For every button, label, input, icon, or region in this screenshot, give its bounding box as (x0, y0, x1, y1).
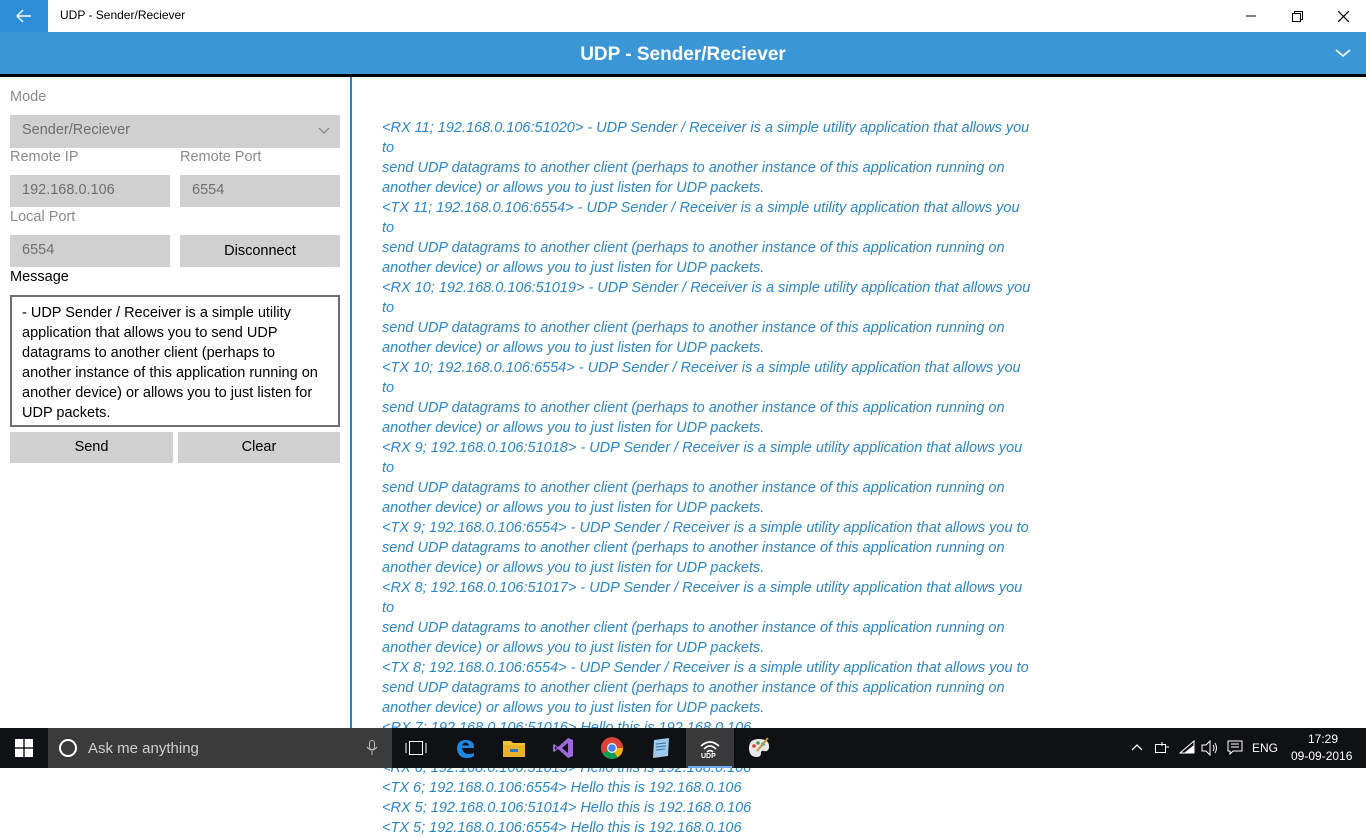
close-icon (1337, 10, 1349, 22)
language-indicator[interactable]: ENG (1252, 741, 1278, 755)
notepad-icon (653, 738, 669, 758)
log-line: send UDP datagrams to another client (pe… (382, 620, 1005, 636)
task-view-icon (405, 741, 427, 755)
window-title: UDP - Sender/Reciever (60, 8, 186, 22)
log-line: another device) or allows you to just li… (382, 500, 765, 516)
panel-divider (350, 77, 352, 728)
task-view-button[interactable] (392, 728, 440, 768)
log-line: send UDP datagrams to another client (pe… (382, 540, 1005, 556)
show-hidden-icons-chevron-icon[interactable] (1131, 743, 1143, 751)
chevron-down-icon (1335, 49, 1351, 58)
clock-date[interactable]: 09-09-2016 (1291, 749, 1352, 763)
log-line: <TX 11; 192.168.0.106:6554> - UDP Sender… (382, 200, 1020, 236)
remote-port-label: Remote Port (180, 149, 262, 165)
disconnect-button[interactable]: Disconnect (180, 235, 340, 267)
taskbar-chrome[interactable] (588, 728, 636, 768)
clock-time[interactable]: 17:29 (1308, 732, 1338, 746)
visual-studio-icon (553, 738, 573, 758)
edge-icon (457, 740, 474, 758)
log-line: send UDP datagrams to another client (pe… (382, 160, 1005, 176)
action-center-icon[interactable] (1227, 740, 1243, 755)
wifi-icon[interactable] (1179, 740, 1195, 754)
log-line: another device) or allows you to just li… (382, 700, 765, 716)
minimize-icon (1246, 15, 1256, 17)
settings-panel: Mode Sender/Reciever Remote IP Remote Po… (0, 77, 350, 728)
log-line: <RX 11; 192.168.0.106:51020> - UDP Sende… (382, 120, 1030, 156)
restore-button[interactable] (1274, 0, 1320, 32)
taskbar-paint[interactable] (735, 728, 783, 768)
chevron-down-icon (318, 127, 330, 134)
log-line: <TX 8; 192.168.0.106:6554> - UDP Sender … (382, 660, 1029, 676)
log-line: send UDP datagrams to another client (pe… (382, 320, 1005, 336)
log-line: another device) or allows you to just li… (382, 180, 765, 196)
app-header: UDP - Sender/Reciever (0, 32, 1366, 75)
mode-label: Mode (10, 89, 47, 105)
minimize-button[interactable] (1228, 0, 1274, 32)
log-line: send UDP datagrams to another client (pe… (382, 400, 1005, 416)
taskbar-edge[interactable] (441, 728, 489, 768)
log-line: <RX 10; 192.168.0.106:51019> - UDP Sende… (382, 280, 1031, 316)
log-line: <RX 5; 192.168.0.106:51014> Hello this i… (382, 800, 752, 816)
window-titlebar: UDP - Sender/Reciever (0, 0, 1366, 32)
microphone-icon[interactable] (366, 740, 378, 756)
folder-icon (503, 741, 525, 757)
search-box[interactable]: Ask me anything (48, 728, 392, 768)
close-button[interactable] (1320, 0, 1366, 32)
log-line: send UDP datagrams to another client (pe… (382, 480, 1005, 496)
remote-ip-label: Remote IP (10, 149, 79, 165)
remote-port-field[interactable]: 6554 (180, 175, 340, 207)
cortana-icon (59, 739, 77, 757)
log-line: <RX 9; 192.168.0.106:51018> - UDP Sender… (382, 440, 1023, 476)
mode-select[interactable]: Sender/Reciever (10, 115, 340, 148)
log-line: send UDP datagrams to another client (pe… (382, 240, 1005, 256)
back-button[interactable] (0, 0, 48, 32)
taskbar-udp-app[interactable]: UDP (686, 728, 734, 768)
local-port-field[interactable]: 6554 (10, 235, 170, 267)
log-line: <RX 8; 192.168.0.106:51017> - UDP Sender… (382, 580, 1023, 616)
message-label: Message (10, 269, 69, 285)
remote-ip-field[interactable]: 192.168.0.106 (10, 175, 170, 207)
log-line: <TX 6; 192.168.0.106:6554> Hello this is… (382, 780, 742, 796)
volume-icon[interactable] (1201, 740, 1219, 756)
taskbar-visual-studio[interactable] (539, 728, 587, 768)
mode-select-value: Sender/Reciever (22, 122, 130, 138)
log-line: <TX 9; 192.168.0.106:6554> - UDP Sender … (382, 520, 1029, 536)
page-title: UDP - Sender/Reciever (580, 44, 786, 65)
log-line: another device) or allows you to just li… (382, 640, 765, 656)
local-port-label: Local Port (10, 209, 76, 225)
search-placeholder: Ask me anything (88, 740, 199, 757)
header-expand-button[interactable] (1332, 44, 1354, 62)
chrome-icon (601, 737, 623, 759)
battery-power-icon[interactable] (1154, 741, 1170, 755)
taskbar-file-explorer[interactable] (490, 728, 538, 768)
send-button[interactable]: Send (10, 432, 173, 463)
clear-button[interactable]: Clear (178, 432, 340, 463)
log-line: <TX 5; 192.168.0.106:6554> Hello this is… (382, 820, 742, 836)
log-line: another device) or allows you to just li… (382, 420, 765, 436)
start-button[interactable] (0, 728, 48, 768)
log-line: send UDP datagrams to another client (pe… (382, 680, 1005, 696)
restore-icon (1291, 10, 1303, 22)
taskbar-udp-label: UDP (701, 753, 716, 760)
back-arrow-icon (16, 9, 31, 23)
log-line: <TX 10; 192.168.0.106:6554> - UDP Sender… (382, 360, 1021, 396)
paint-palette-icon (749, 737, 770, 757)
log-line: another device) or allows you to just li… (382, 260, 765, 276)
message-textarea[interactable]: - UDP Sender / Receiver is a simple util… (10, 295, 340, 427)
taskbar-app-notes[interactable] (637, 728, 685, 768)
log-line: another device) or allows you to just li… (382, 560, 765, 576)
taskbar: Ask me anything UDP ENG 17:29 09-09-2016 (0, 728, 1366, 768)
windows-logo-icon (15, 739, 33, 757)
log-line: another device) or allows you to just li… (382, 340, 765, 356)
